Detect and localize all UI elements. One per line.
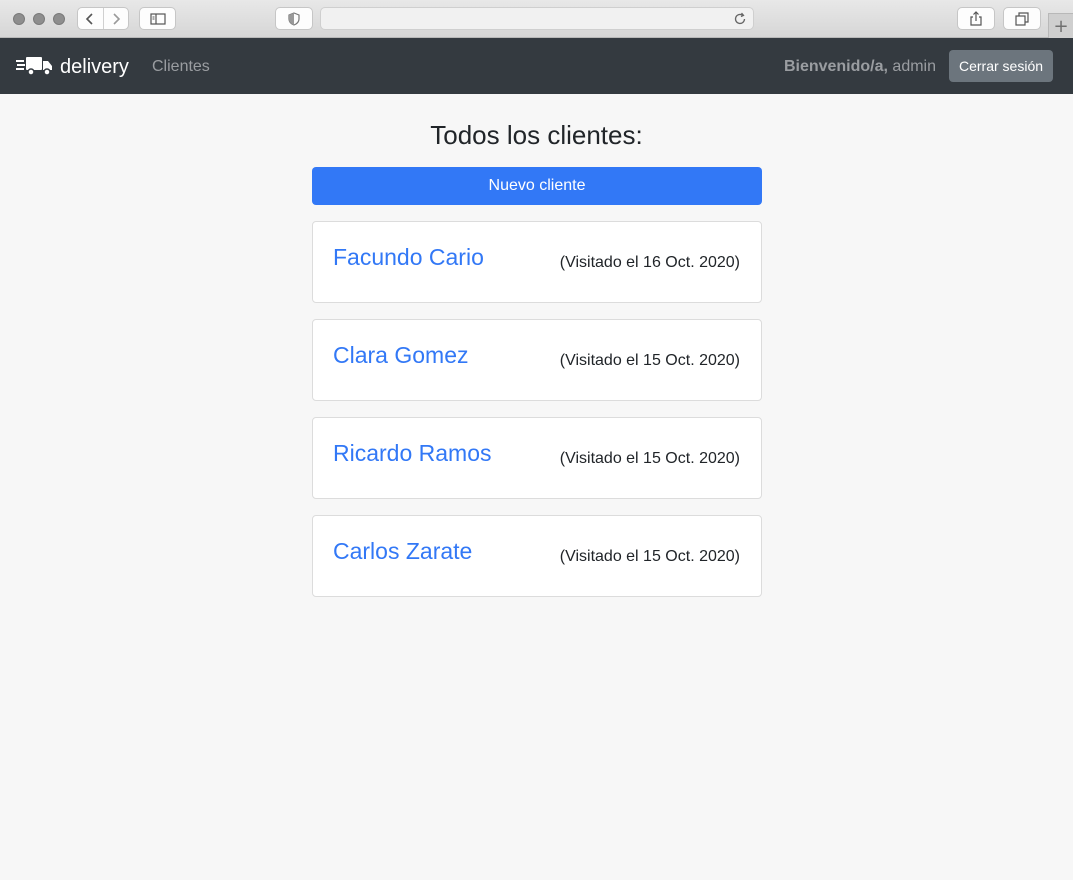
page-title: Todos los clientes: [430,120,643,150]
sidebar-icon [149,12,166,25]
chevron-right-icon [113,12,120,25]
client-visit-date: (Visitado el 15 Oct. 2020) [559,548,740,565]
zoom-window-button[interactable] [53,13,65,25]
welcome-greeting: Bienvenido/a, [783,58,888,75]
navbar: delivery Clientes Bienvenido/a, admin Ce… [0,38,1073,94]
new-client-button[interactable]: Nuevo cliente [312,167,762,205]
client-name-link[interactable]: Ricardo Ramos [333,439,492,467]
minimize-window-button[interactable] [33,13,45,25]
forward-button[interactable] [102,8,129,29]
client-visit-date: (Visitado el 15 Oct. 2020) [559,450,740,467]
logout-button[interactable]: Cerrar sesión [949,50,1053,82]
back-button[interactable] [78,8,103,29]
privacy-report-button[interactable] [275,7,313,30]
client-name-link[interactable]: Clara Gomez [333,341,468,369]
tabs-icon [1015,11,1029,26]
plus-icon: + [1053,15,1069,37]
share-icon [970,11,982,26]
client-card: Clara Gomez (Visitado el 15 Oct. 2020) [312,319,762,401]
delivery-truck-icon[interactable] [16,56,54,76]
client-card: Facundo Cario (Visitado el 16 Oct. 2020) [312,221,762,303]
client-card: Carlos Zarate (Visitado el 15 Oct. 2020) [312,515,762,597]
tab-overview-button[interactable] [1003,7,1041,30]
share-button[interactable] [957,7,995,30]
sidebar-toggle-button[interactable] [139,7,176,30]
client-card: Ricardo Ramos (Visitado el 15 Oct. 2020) [312,417,762,499]
client-visit-date: (Visitado el 16 Oct. 2020) [559,254,740,271]
brand-link[interactable]: delivery [60,55,129,79]
client-name-link[interactable]: Facundo Cario [333,243,484,271]
new-tab-button[interactable]: + [1048,13,1073,38]
shield-icon [288,11,300,26]
username: admin [892,58,936,75]
nav-link-clientes[interactable]: Clientes [152,57,210,77]
client-visit-date: (Visitado el 15 Oct. 2020) [559,352,740,369]
reload-icon[interactable] [733,12,747,26]
client-name-link[interactable]: Carlos Zarate [333,537,472,565]
close-window-button[interactable] [13,13,25,25]
chevron-left-icon [86,12,93,25]
address-bar[interactable] [320,7,754,30]
welcome-message: Bienvenido/a, admin [784,57,936,77]
history-navigation [77,7,129,30]
browser-toolbar [0,0,1073,38]
